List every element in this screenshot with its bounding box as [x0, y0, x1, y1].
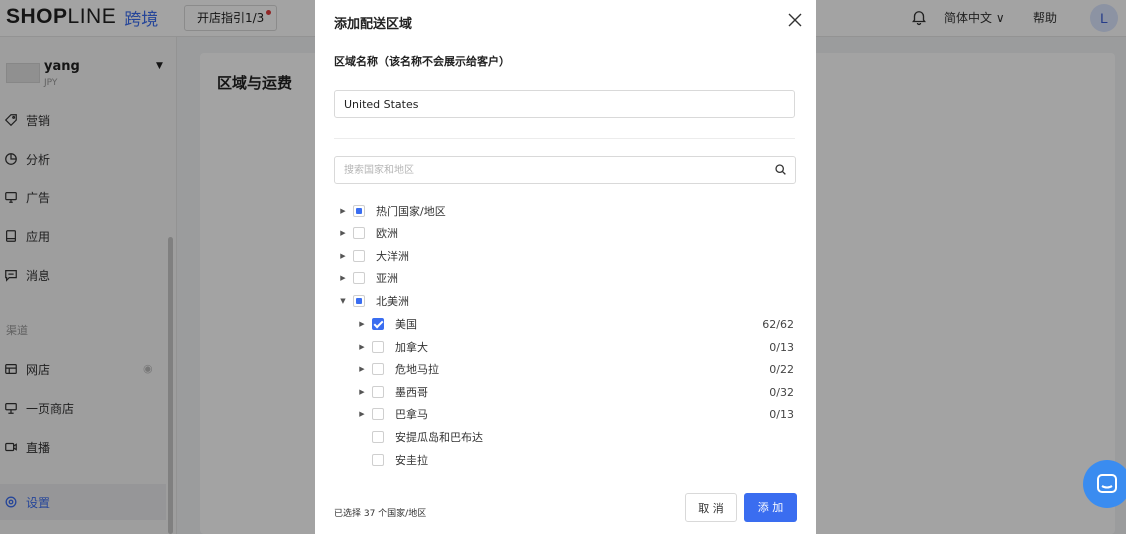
expand-arrow-icon[interactable]: ▶ — [357, 410, 367, 418]
region-search — [334, 156, 796, 184]
checkbox[interactable] — [372, 341, 384, 353]
tree-row[interactable]: ▶ 加拿大 — [357, 336, 428, 358]
tree-row[interactable]: ▼ 北美洲 — [338, 290, 409, 312]
tree-row-label: 安提瓜岛和巴布达 — [395, 431, 483, 444]
checkbox[interactable] — [353, 250, 365, 262]
region-search-input[interactable] — [335, 157, 773, 183]
selected-count-text: 已选择 37 个国家/地区 — [334, 509, 427, 519]
tree-row[interactable]: ▶ 热门国家/地区 — [338, 200, 446, 222]
checkbox[interactable] — [372, 386, 384, 398]
checkbox-checked[interactable] — [372, 318, 384, 330]
tree-row[interactable]: ▶ 美国 — [357, 313, 417, 335]
checkbox[interactable] — [372, 431, 384, 443]
tree-row-label: 美国 — [395, 318, 417, 331]
add-button[interactable]: 添 加 — [744, 493, 797, 522]
zone-name-label: 区域名称（该名称不会展示给客户） — [334, 55, 510, 68]
tree-row-label: 亚洲 — [376, 272, 398, 285]
chat-button[interactable] — [1083, 460, 1126, 508]
tree-row-label: 热门国家/地区 — [376, 205, 446, 218]
cancel-button[interactable]: 取 消 — [685, 493, 737, 522]
tree-row[interactable]: ▶ 墨西哥 — [357, 381, 428, 403]
tree-row-label: 安圭拉 — [395, 454, 428, 467]
tree-row-label: 北美洲 — [376, 295, 409, 308]
checkbox[interactable] — [353, 272, 365, 284]
expand-arrow-icon[interactable]: ▶ — [338, 229, 348, 237]
tree-row-label: 加拿大 — [395, 341, 428, 354]
tree-row-label: 危地马拉 — [395, 363, 439, 376]
add-shipping-zone-dialog: 添加配送区域 区域名称（该名称不会展示给客户） United States ▶ … — [315, 0, 816, 534]
checkbox[interactable] — [353, 227, 365, 239]
checkbox-partial[interactable] — [353, 205, 365, 217]
close-icon[interactable] — [785, 10, 805, 30]
expand-arrow-icon[interactable]: ▶ — [338, 207, 348, 215]
expand-arrow-icon[interactable]: ▶ — [357, 365, 367, 373]
search-icon[interactable] — [774, 163, 787, 176]
tree-row-label: 墨西哥 — [395, 386, 428, 399]
tree-row-label: 巴拿马 — [395, 408, 428, 421]
checkbox[interactable] — [372, 408, 384, 420]
region-count: 0/13 — [769, 341, 794, 354]
collapse-arrow-icon[interactable]: ▼ — [338, 297, 348, 305]
expand-arrow-icon[interactable]: ▶ — [357, 388, 367, 396]
tree-row[interactable]: ▶ 巴拿马 — [357, 403, 428, 425]
tree-row[interactable]: 安圭拉 — [357, 449, 428, 471]
tree-row[interactable]: ▶ 欧洲 — [338, 222, 398, 244]
expand-arrow-icon[interactable]: ▶ — [338, 274, 348, 282]
tree-row[interactable]: 安提瓜岛和巴布达 — [357, 426, 483, 448]
dialog-title: 添加配送区域 — [334, 17, 413, 32]
chat-icon — [1097, 474, 1117, 493]
checkbox[interactable] — [372, 454, 384, 466]
region-count: 0/13 — [769, 408, 794, 421]
tree-row-label: 欧洲 — [376, 227, 398, 240]
tree-row[interactable]: ▶ 危地马拉 — [357, 358, 439, 380]
region-count: 0/32 — [769, 386, 794, 399]
region-count: 62/62 — [762, 318, 794, 331]
region-count: 0/22 — [769, 363, 794, 376]
checkbox-partial[interactable] — [353, 295, 365, 307]
tree-row-label: 大洋洲 — [376, 250, 409, 263]
tree-row[interactable]: ▶ 大洋洲 — [338, 245, 409, 267]
checkbox[interactable] — [372, 363, 384, 375]
zone-name-input[interactable]: United States — [334, 90, 795, 118]
expand-arrow-icon[interactable]: ▶ — [357, 320, 367, 328]
expand-arrow-icon[interactable]: ▶ — [357, 343, 367, 351]
expand-arrow-icon[interactable]: ▶ — [338, 252, 348, 260]
tree-row[interactable]: ▶ 亚洲 — [338, 267, 398, 289]
divider — [334, 138, 795, 139]
